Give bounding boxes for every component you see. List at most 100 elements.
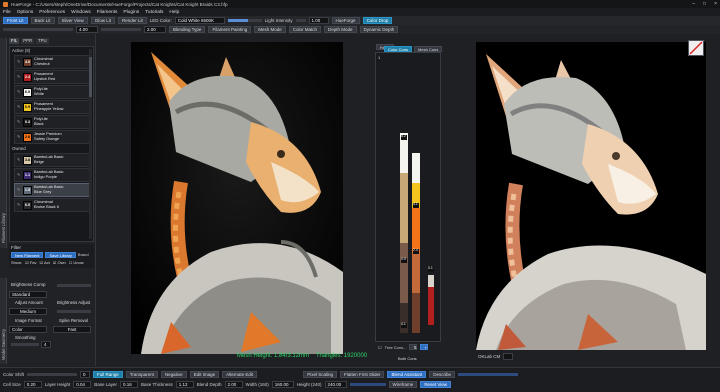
show-act-checkbox[interactable]: ☑ Act — [40, 260, 50, 265]
cell-size-field[interactable]: 0.20 — [23, 381, 42, 388]
minimize-icon[interactable]: – — [692, 1, 695, 7]
edit-icon[interactable]: ✎ — [17, 188, 21, 192]
blend-assistant-button[interactable]: Blend Assistant — [387, 371, 427, 378]
owned-group-header[interactable]: Owned — [10, 145, 93, 152]
front-lit-button[interactable]: Front Lit — [3, 17, 28, 24]
filament-swatch[interactable]: 3.8 — [23, 155, 32, 165]
edit-icon[interactable]: ✎ — [17, 173, 21, 177]
light-intensity-slider[interactable] — [227, 19, 262, 22]
swap-icon[interactable]: ⇅ — [409, 344, 418, 350]
menu-tutorials[interactable]: Tutorials — [145, 10, 163, 15]
smoothing-slider[interactable] — [11, 343, 39, 346]
filament-swatch[interactable]: 6.0 — [23, 87, 32, 97]
save-library-button[interactable]: Save Library — [45, 252, 76, 258]
active-group-header[interactable]: Active (8) — [10, 47, 93, 54]
filament-swatch[interactable]: 6.0 — [23, 200, 32, 210]
edit-icon[interactable]: ✎ — [17, 90, 21, 94]
filament-swatch[interactable]: 2.4 — [23, 72, 32, 82]
brightness-adjust-slider[interactable] — [57, 310, 91, 313]
hueforge-button[interactable]: HueForge — [331, 17, 360, 24]
menu-plugins[interactable]: Plugins — [123, 10, 139, 15]
edit-icon[interactable]: ✎ — [17, 60, 21, 64]
spike-removal-select[interactable]: Fast — [53, 326, 91, 333]
blending-type-button[interactable]: Blending Type — [169, 26, 206, 33]
filament-library-vtab[interactable]: Filament Library — [0, 38, 7, 248]
layer-swap-panel[interactable]: 1 8.2 4.1 2.4 0.9 0.1 0.1 — [375, 52, 441, 342]
edit-icon[interactable]: ✎ — [17, 203, 21, 207]
oklab-field[interactable] — [503, 353, 514, 360]
base-thickness-field[interactable]: 1.12 — [175, 381, 194, 388]
sliver-view-button[interactable]: Sliver View — [57, 17, 88, 24]
wireframe-button[interactable]: Wireframe — [388, 381, 418, 388]
back-lit-button[interactable]: Back Lit — [30, 17, 55, 24]
menu-help[interactable]: Help — [169, 10, 179, 15]
describe-button[interactable]: Describe — [429, 371, 456, 378]
light-intensity-value[interactable]: 1.00 — [308, 17, 329, 24]
toolbar-slider-2[interactable] — [101, 28, 141, 31]
filament-swatch[interactable]: 2.8 — [23, 132, 32, 142]
edit-icon[interactable]: ✎ — [17, 120, 21, 124]
color-swatch-picker[interactable] — [688, 40, 704, 56]
smoothing-value[interactable]: 4 — [41, 341, 51, 348]
flatten-first-slider-button[interactable]: Flatten First Slider — [339, 371, 385, 378]
filament-swatch[interactable]: 4.0 — [23, 57, 32, 67]
edit-icon[interactable]: ✎ — [17, 75, 21, 79]
menu-windows[interactable]: Windows — [71, 10, 90, 15]
full-range-button[interactable]: Full Range — [93, 371, 123, 378]
reset-view-button[interactable]: Reset View — [420, 381, 451, 388]
edit-image-button[interactable]: Edit Image — [189, 371, 220, 378]
width-field[interactable]: 160.00 — [271, 381, 294, 388]
toolbar-field-1[interactable]: 4.00 — [76, 26, 98, 33]
3d-preview-pane[interactable] — [476, 42, 706, 350]
led-color-select[interactable]: Cold White 6500K — [174, 17, 225, 24]
source-image-preview[interactable] — [131, 42, 343, 354]
edit-icon[interactable]: ✎ — [17, 158, 21, 162]
filament-swatch[interactable]: 1.5 — [23, 185, 32, 195]
pixel-scaling-button[interactable]: Pixel Scaling — [303, 371, 337, 378]
transparent-button[interactable]: Transparent — [125, 371, 158, 378]
height-field[interactable]: 240.00 — [324, 381, 347, 388]
filament-list-scrollbar[interactable] — [89, 49, 92, 239]
filament-swatch[interactable]: 0.9 — [23, 102, 32, 112]
menu-options[interactable]: Options — [17, 10, 34, 15]
filament-item[interactable]: ✎ 6.0 PolyLite White — [14, 85, 91, 99]
toolbar-field-2[interactable]: 2.00 — [144, 26, 166, 33]
adjust-amount-select[interactable]: Medium — [9, 308, 47, 315]
tab-ppr[interactable]: PPR — [21, 38, 35, 44]
filament-item[interactable]: ✎ 0.3 PolyLite Black — [14, 115, 91, 129]
filament-item[interactable]: ✎ 3.8 BambuLab Basic Beige — [14, 153, 91, 167]
model-geometry-vtab[interactable]: Model Geometry — [0, 278, 7, 364]
menu-file[interactable]: File — [3, 10, 11, 15]
brightness-comp-select[interactable]: Standard — [9, 291, 47, 298]
base-layer-field[interactable]: 0.16 — [120, 381, 139, 388]
filament-item[interactable]: ✎ 6.0 Chromimal Bruise Black 6 — [14, 198, 91, 212]
add-icon[interactable]: + — [420, 344, 429, 350]
toolbar-slider-1[interactable] — [3, 28, 73, 31]
menu-filaments[interactable]: Filaments — [97, 10, 118, 15]
alternate-edit-button[interactable]: Alternate Edit — [222, 371, 258, 378]
color-match-button[interactable]: Color Match — [288, 26, 322, 33]
menu-preferences[interactable]: Preferences — [39, 10, 65, 15]
filament-item[interactable]: ✎ 1.5 BambuLab Basic Blue Grey — [14, 183, 91, 197]
color-shift-slider[interactable] — [27, 373, 78, 376]
mesh-mode-button[interactable]: Mesh Mode — [254, 26, 286, 33]
show-own-checkbox[interactable]: ☑ Own — [53, 260, 66, 265]
filament-item[interactable]: ✎ 2.4 Prusament Lipstick Red — [14, 70, 91, 84]
color-drop-button[interactable]: Color Drop — [362, 17, 393, 24]
filament-swatch[interactable]: 0.3 — [23, 117, 32, 127]
render-lit-button[interactable]: Render Lit — [117, 17, 147, 24]
negative-button[interactable]: Negative — [160, 371, 187, 378]
filament-item[interactable]: ✎ 0.9 Prusament Pineapple Yellow — [14, 100, 91, 114]
depth-mode-button[interactable]: Depth Mode — [324, 26, 357, 33]
filament-painting-button[interactable]: Filament Painting — [208, 26, 252, 33]
tab-tpu[interactable]: TPU — [36, 38, 49, 44]
close-icon[interactable]: × — [714, 1, 717, 7]
dynamic-depth-button[interactable]: Dynamic Depth — [359, 26, 399, 33]
filament-swatch[interactable]: 1.1 — [23, 170, 32, 180]
light-intensity-slider-2[interactable] — [295, 19, 306, 22]
maximize-icon[interactable]: □ — [703, 1, 706, 7]
new-filament-button[interactable]: New Filament — [11, 252, 44, 258]
tab-fil[interactable]: FIL — [9, 38, 20, 44]
blend-depth-field[interactable]: 2.00 — [224, 381, 243, 388]
edit-icon[interactable]: ✎ — [17, 105, 21, 109]
